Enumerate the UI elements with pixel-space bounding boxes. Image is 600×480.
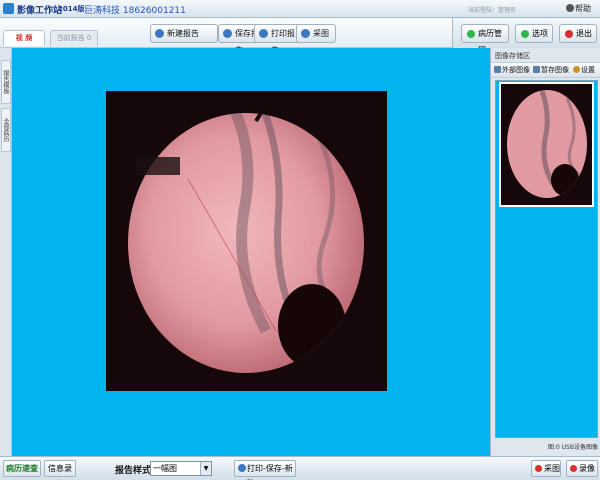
options-label: 选项: [532, 29, 548, 38]
external-image-icon: [494, 66, 501, 73]
help-icon: [566, 4, 574, 12]
title-bar: 影像工作站 2014版 巨涛科技 18626001211 当前登陆：管理员 帮助: [0, 0, 600, 18]
chevron-down-icon: ▼: [200, 462, 211, 475]
image-panel-title: 图像存储区: [495, 52, 530, 60]
exit-label: 退出: [576, 29, 592, 38]
current-user: 当前登陆：管理员: [468, 7, 517, 14]
company-info: 巨涛科技 18626001211: [84, 6, 186, 16]
bottom-capture-label: 采图: [544, 464, 560, 473]
print-report-button[interactable]: 打印报告: [254, 24, 300, 55]
case-management-icon: [467, 30, 475, 38]
print-save-new-label: 打印-保存-新建: [247, 464, 293, 480]
exit-button[interactable]: 退出: [559, 24, 597, 43]
endoscope-view-graphic: [128, 113, 364, 373]
image-panel-status: 图:0 USB设备图像: [547, 444, 598, 451]
info-entry-button[interactable]: 信息录入: [44, 460, 76, 480]
app-edition: 2014版: [58, 5, 85, 13]
top-right-panel: 病历管理 选项 退出: [452, 18, 600, 55]
new-report-button[interactable]: 新建报告: [150, 24, 218, 43]
print-save-icon: [238, 464, 246, 472]
side-tab-report-template[interactable]: 报告模板: [1, 60, 11, 104]
external-image-label: 外部图像: [502, 66, 530, 74]
stored-image-button[interactable]: 暂存图像: [533, 65, 569, 75]
tab-video[interactable]: 视 频: [3, 30, 45, 46]
left-side-tabs: 报告模板 全部病历: [0, 48, 12, 456]
capture-dot-icon: [535, 465, 542, 472]
image-panel-toolbar: 外部图像 暂存图像 设置: [491, 62, 600, 78]
image-storage-panel: 图像存储区 外部图像 暂存图像 设置 图:0 USB设备图像: [490, 48, 600, 456]
new-report-icon: [155, 29, 164, 38]
video-viewer: [12, 48, 490, 456]
save-icon: [223, 29, 232, 38]
print-save-new-button[interactable]: 打印-保存-新建: [234, 460, 296, 480]
bottom-capture-button[interactable]: 采图: [531, 460, 561, 477]
external-image-button[interactable]: 外部图像: [494, 65, 530, 75]
endoscope-live-image[interactable]: [106, 91, 387, 391]
app-title: 影像工作站: [17, 6, 63, 16]
side-tab-all-cases[interactable]: 全部病历: [1, 108, 11, 152]
help-label: 帮助: [575, 4, 591, 13]
capture-label: 采图: [313, 29, 329, 38]
gear-icon: [573, 66, 580, 73]
exit-icon: [565, 30, 573, 38]
stored-image-icon: [533, 66, 540, 73]
app-logo-icon: [3, 3, 14, 14]
quick-case-search-button[interactable]: 病历速查: [3, 460, 41, 477]
image-thumbnail-list[interactable]: [495, 80, 598, 438]
options-icon: [521, 30, 529, 38]
case-management-button[interactable]: 病历管理: [461, 24, 509, 55]
help-button[interactable]: 帮助: [566, 3, 591, 14]
record-button[interactable]: 录像: [566, 460, 598, 477]
report-style-label: 报告样式:: [115, 466, 155, 476]
bottom-bar: 病历速查 信息录入 报告样式: 一幅图 ▼ 打印-保存-新建 采图 录像: [0, 456, 600, 480]
capture-icon: [301, 29, 310, 38]
record-dot-icon: [570, 465, 577, 472]
thumbnail-graphic: [507, 90, 587, 198]
stored-image-label: 暂存图像: [541, 66, 569, 74]
capture-button[interactable]: 采图: [296, 24, 336, 43]
settings-button[interactable]: 设置: [573, 65, 595, 75]
options-button[interactable]: 选项: [515, 24, 553, 43]
image-thumbnail[interactable]: [499, 82, 594, 207]
report-style-value: 一幅图: [153, 464, 177, 473]
settings-label: 设置: [581, 66, 595, 74]
report-style-select[interactable]: 一幅图 ▼: [150, 461, 212, 476]
new-report-label: 新建报告: [167, 29, 199, 38]
tab-current-report[interactable]: 当前报告 0: [50, 30, 98, 46]
print-icon: [259, 29, 268, 38]
record-label: 录像: [579, 464, 595, 473]
